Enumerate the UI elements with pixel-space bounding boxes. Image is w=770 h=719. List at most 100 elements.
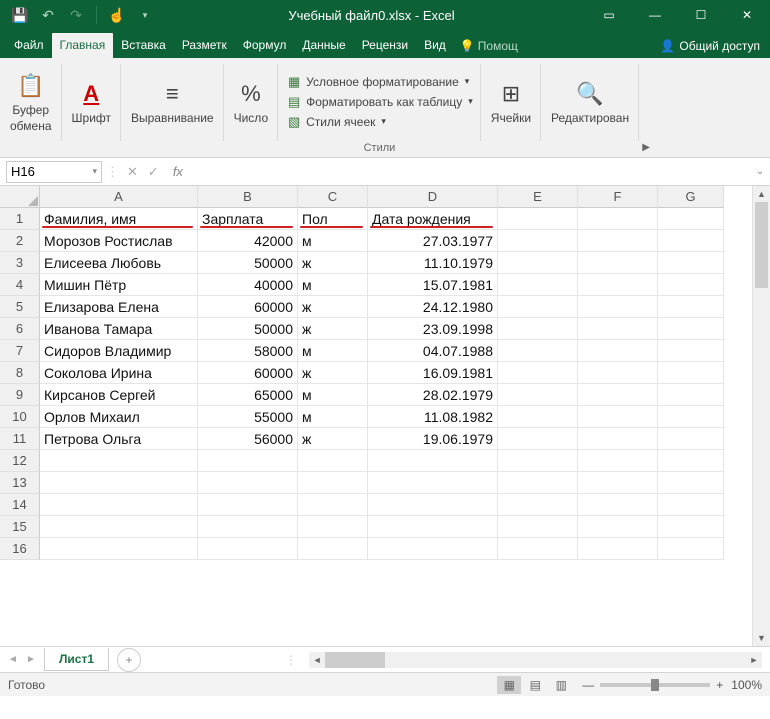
cell[interactable]: [498, 318, 578, 340]
cell[interactable]: ж: [298, 362, 368, 384]
cell[interactable]: [578, 516, 658, 538]
cell[interactable]: [498, 384, 578, 406]
cell[interactable]: [658, 362, 724, 384]
cell[interactable]: [198, 450, 298, 472]
cell[interactable]: [298, 450, 368, 472]
cell[interactable]: Зарплата: [198, 208, 298, 230]
cell[interactable]: 16.09.1981: [368, 362, 498, 384]
cell[interactable]: [658, 208, 724, 230]
cell[interactable]: [498, 406, 578, 428]
cell[interactable]: Елизарова Елена: [40, 296, 198, 318]
tab-file[interactable]: Файл: [6, 33, 52, 58]
cell[interactable]: 04.07.1988: [368, 340, 498, 362]
save-icon[interactable]: 💾: [8, 3, 32, 27]
alignment-button[interactable]: ≡ Выравнивание: [127, 77, 218, 127]
cell[interactable]: [578, 362, 658, 384]
cell[interactable]: Морозов Ростислав: [40, 230, 198, 252]
row-header[interactable]: 7: [0, 340, 40, 362]
cell[interactable]: [498, 296, 578, 318]
cell[interactable]: [578, 274, 658, 296]
font-button[interactable]: А Шрифт: [68, 77, 115, 127]
cell[interactable]: [498, 230, 578, 252]
cell[interactable]: [498, 472, 578, 494]
cell[interactable]: 19.06.1979: [368, 428, 498, 450]
cell[interactable]: м: [298, 406, 368, 428]
cell[interactable]: м: [298, 230, 368, 252]
cell[interactable]: [578, 450, 658, 472]
cell[interactable]: [498, 538, 578, 560]
cell[interactable]: [578, 428, 658, 450]
cell[interactable]: 58000: [198, 340, 298, 362]
cell[interactable]: [40, 472, 198, 494]
undo-icon[interactable]: ↶: [36, 3, 60, 27]
cell[interactable]: [658, 274, 724, 296]
row-header[interactable]: 1: [0, 208, 40, 230]
cell[interactable]: [658, 516, 724, 538]
zoom-slider[interactable]: [600, 683, 710, 687]
tab-home[interactable]: Главная: [52, 33, 114, 58]
tell-me[interactable]: 💡Помощ: [454, 34, 524, 58]
zoom-level[interactable]: 100%: [731, 678, 762, 692]
cell[interactable]: 60000: [198, 296, 298, 318]
cell[interactable]: [198, 494, 298, 516]
tab-formulas[interactable]: Формул: [235, 33, 295, 58]
tab-data[interactable]: Данные: [294, 33, 353, 58]
cell-styles-button[interactable]: ▧Стили ячеек▾: [284, 113, 475, 131]
cell[interactable]: ж: [298, 428, 368, 450]
vertical-scrollbar[interactable]: ▲ ▼: [752, 186, 770, 646]
cell[interactable]: 42000: [198, 230, 298, 252]
collapse-ribbon-icon[interactable]: ▶: [639, 58, 653, 157]
column-header[interactable]: B: [198, 186, 298, 208]
cell[interactable]: [368, 494, 498, 516]
cell[interactable]: 23.09.1998: [368, 318, 498, 340]
row-header[interactable]: 13: [0, 472, 40, 494]
cell[interactable]: [498, 428, 578, 450]
zoom-out-icon[interactable]: —: [582, 678, 594, 692]
cell[interactable]: 15.07.1981: [368, 274, 498, 296]
row-header[interactable]: 10: [0, 406, 40, 428]
touch-mode-icon[interactable]: ☝: [105, 3, 129, 27]
cell[interactable]: [498, 516, 578, 538]
cell[interactable]: [498, 362, 578, 384]
cell[interactable]: м: [298, 340, 368, 362]
conditional-formatting-button[interactable]: ▦Условное форматирование▾: [284, 73, 475, 91]
cell[interactable]: [498, 252, 578, 274]
cell[interactable]: [578, 384, 658, 406]
cell[interactable]: 56000: [198, 428, 298, 450]
cell[interactable]: м: [298, 274, 368, 296]
cell[interactable]: [368, 472, 498, 494]
qat-customize-icon[interactable]: ▾: [133, 3, 157, 27]
cell[interactable]: [578, 494, 658, 516]
cell[interactable]: [658, 252, 724, 274]
cell[interactable]: Соколова Ирина: [40, 362, 198, 384]
paste-button[interactable]: 📋 Буфер обмена: [6, 69, 56, 135]
cell[interactable]: [368, 450, 498, 472]
cell[interactable]: ж: [298, 296, 368, 318]
cell[interactable]: 40000: [198, 274, 298, 296]
cell[interactable]: [578, 340, 658, 362]
cell[interactable]: [40, 516, 198, 538]
tab-insert[interactable]: Вставка: [113, 33, 174, 58]
cell[interactable]: [658, 230, 724, 252]
cell[interactable]: 28.02.1979: [368, 384, 498, 406]
cell[interactable]: Мишин Пётр: [40, 274, 198, 296]
zoom-in-icon[interactable]: +: [716, 678, 723, 692]
cell[interactable]: [658, 318, 724, 340]
row-header[interactable]: 16: [0, 538, 40, 560]
view-page-break-icon[interactable]: ▥: [549, 676, 573, 694]
cell[interactable]: [578, 208, 658, 230]
name-box-input[interactable]: [11, 164, 71, 179]
cell[interactable]: 11.08.1982: [368, 406, 498, 428]
cell[interactable]: [658, 450, 724, 472]
cell[interactable]: [40, 450, 198, 472]
cell[interactable]: [498, 208, 578, 230]
cell[interactable]: [40, 538, 198, 560]
expand-formula-bar-icon[interactable]: ⌄: [750, 166, 770, 177]
column-header[interactable]: F: [578, 186, 658, 208]
cell[interactable]: 60000: [198, 362, 298, 384]
cancel-icon[interactable]: ✕: [127, 164, 138, 180]
cell[interactable]: 27.03.1977: [368, 230, 498, 252]
cell[interactable]: [658, 340, 724, 362]
cell[interactable]: 50000: [198, 252, 298, 274]
cell[interactable]: [298, 472, 368, 494]
